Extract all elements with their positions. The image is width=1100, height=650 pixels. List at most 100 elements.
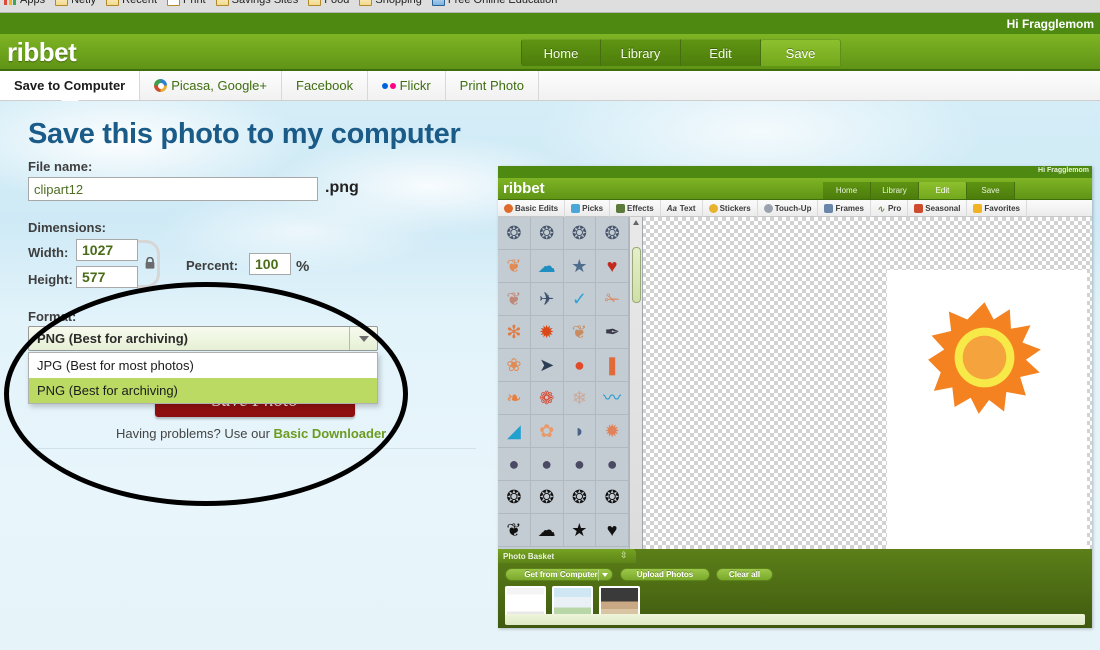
file-extension-label: .png [325,179,359,196]
sticker-item: ❦ [498,514,531,547]
site-header: ribbet Home Library Edit Save [0,34,1100,71]
checkbox-icon [167,0,180,6]
tab-picasa-google[interactable]: Picasa, Google+ [140,71,283,100]
stickers-icon [708,203,718,213]
preview-nav-save: Save [967,182,1015,199]
folder-icon [359,0,373,6]
picks-icon [571,203,581,213]
photo-preview: Hi Fragglemom ribbet Home Library Edit S… [498,166,1092,628]
user-greeting[interactable]: Hi Fragglemom [992,13,1100,34]
sticker-item: ★ [563,514,597,547]
format-option-png[interactable]: PNG (Best for archiving) [29,378,377,403]
percent-input[interactable] [249,253,291,275]
format-option-jpg[interactable]: JPG (Best for most photos) [29,353,377,378]
expand-collapse-icon: ⇳ [620,550,628,560]
sticker-item: ❂ [596,217,629,250]
format-label: Format: [28,309,77,324]
tool-label: Frames [835,203,864,213]
sticker-item: ◗ [563,415,597,448]
nav-tab-home[interactable]: Home [521,39,601,66]
sticker-item: ● [596,448,629,481]
sticker-item: ❚ [596,349,629,382]
sticker-item: ☁ [530,250,564,283]
tool-label: Seasonal [925,203,961,213]
lock-icon [145,257,155,269]
format-selected-value: PNG (Best for archiving) [37,331,188,346]
bookmark-label: Print [183,0,206,6]
sticker-item: ❂ [530,481,564,514]
sticker-item: ❂ [530,217,564,250]
bookmark-label: Free Online Education [447,0,558,6]
basic-downloader-link[interactable]: Basic Downloader [274,426,387,441]
nav-tab-library[interactable]: Library [601,39,681,66]
photo-basket-title: Photo Basket [498,549,636,563]
preview-nav-library: Library [871,182,919,199]
get-from-computer-button: Get from Computer [505,568,613,581]
sticker-item: ❁ [530,382,564,415]
preview-tool-frames: Frames [818,199,871,217]
preview-nav-edit: Edit [919,182,967,199]
bookmark-item[interactable]: Netly [55,0,96,11]
preview-tool-effects: Effects [610,199,661,217]
tool-label: Text [679,203,696,213]
sticker-item: ❀ [498,349,531,382]
seasonal-icon [914,203,924,213]
flickr-icon [382,82,396,89]
bookmark-item[interactable]: Food [308,0,349,11]
sticker-item: ♥ [596,250,629,283]
tool-label: Stickers [719,203,751,213]
preview-navigation: Home Library Edit Save [823,182,1015,199]
pro-icon: ∿ [876,203,885,214]
help-suffix: . [386,426,390,441]
sticker-item: ❧ [498,382,531,415]
format-select[interactable]: PNG (Best for archiving) [28,326,378,351]
width-label: Width: [28,245,69,260]
sticker-item: ✹ [596,415,629,448]
sticker-item: ❂ [563,217,597,250]
tab-print-photo[interactable]: Print Photo [446,71,539,100]
blue-page-icon [431,0,445,6]
preview-tool-touchup: Touch-Up [758,199,819,217]
tab-flickr[interactable]: Flickr [368,71,446,100]
scrollbar-thumb [632,247,641,303]
apps-icon [4,0,17,6]
bookmark-item[interactable]: Recent [106,0,157,11]
bookmark-item[interactable]: Print [167,0,206,11]
sun-graphic [928,302,1041,414]
sticker-item: ✿ [530,415,564,448]
bookmark-label: Food [324,0,350,6]
page-title: Save this photo to my computer [28,118,461,150]
bookmark-item[interactable]: Shopping [359,0,422,11]
tab-save-to-computer[interactable]: Save to Computer [0,71,141,109]
height-label: Height: [28,272,73,287]
favorites-icon [973,203,983,213]
preview-topbar: Hi Fragglemom [498,166,1092,178]
width-input[interactable] [76,239,138,261]
chevron-down-icon [602,572,608,577]
filename-label: File name: [28,159,93,174]
sticker-item: ● [498,448,531,481]
tool-label: Picks [582,203,604,213]
bookmark-item[interactable]: Apps [4,0,45,11]
section-divider [36,448,476,449]
nav-tab-save[interactable]: Save [761,39,841,66]
sticker-item: ✁ [596,283,629,316]
preview-sticker-grid: ❂ ❂ ❂ ❂ ❦ ☁ ★ ♥ ❦ ✈ ✓ ✁ ✻ ✹ ❦ ✒ ❀ ➤ ● ❚ ❧ ❁ ❄ 〰 ◢ ✿ ◗ ✹ ● ● ● ● ❂ ❂ ❂ ❂ ❦ ☁ ★ ♥ [498,217,629,549]
aspect-ratio-lock[interactable] [138,240,164,288]
preview-nav-home: Home [823,182,871,199]
sticker-item: ✒ [596,316,629,349]
bookmark-item[interactable]: Free Online Education [431,0,558,11]
tool-label: Touch-Up [774,203,812,213]
tab-facebook[interactable]: Facebook [282,71,369,100]
preview-tool-text: Aa Text [661,199,703,217]
filename-input[interactable] [28,177,318,201]
ribbet-logo[interactable]: ribbet [7,37,77,68]
picasa-icon [154,79,168,92]
text-icon: Aa [666,203,677,213]
height-input[interactable] [76,266,138,288]
sticker-item: ❄ [563,382,597,415]
nav-tab-edit[interactable]: Edit [681,39,761,66]
bookmark-label: Apps [20,0,46,6]
preview-greeting: Hi Fragglemom [1038,167,1089,174]
bookmark-item[interactable]: Savings Sites [215,0,298,11]
